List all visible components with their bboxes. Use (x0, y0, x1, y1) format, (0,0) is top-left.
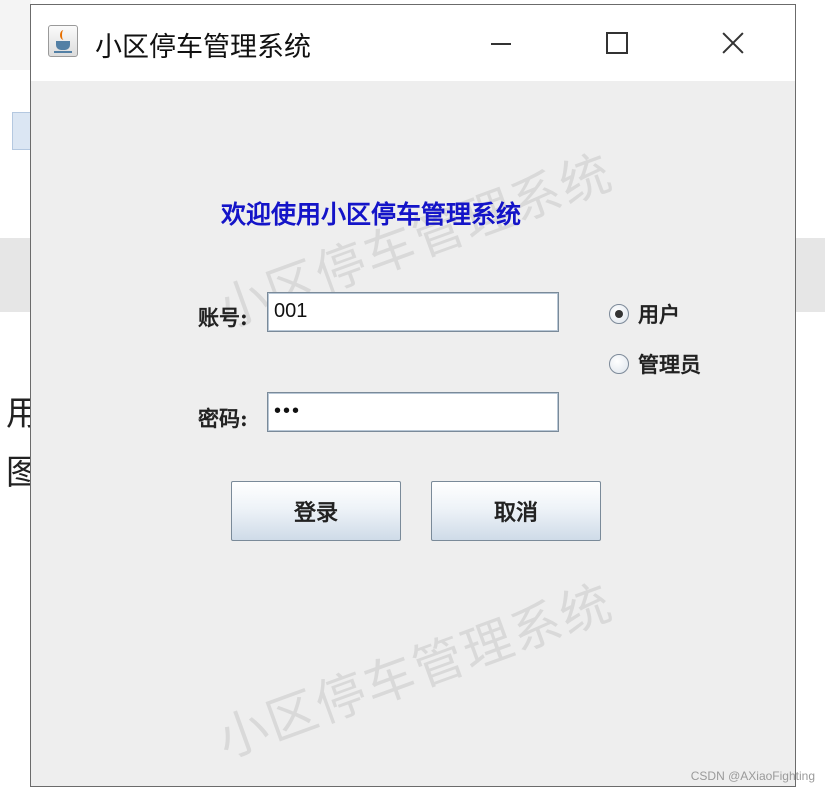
account-label: 账号: (198, 305, 248, 330)
account-input[interactable]: 001 (267, 292, 559, 332)
watermark: 小区停车管理系统 (209, 573, 621, 770)
cancel-button[interactable]: 取消 (431, 481, 601, 541)
password-input[interactable]: ••• (267, 392, 559, 432)
login-window: 小区停车管理系统 小区停车管理系统 小区停车管理系统 欢迎使用小区停车管理系统 … (30, 4, 796, 787)
close-button[interactable] (713, 27, 753, 59)
minimize-button[interactable] (481, 27, 521, 59)
title-bar[interactable]: 小区停车管理系统 (31, 5, 795, 81)
welcome-heading: 欢迎使用小区停车管理系统 (221, 200, 522, 229)
window-title: 小区停车管理系统 (95, 32, 311, 63)
role-radio-label: 用户 (638, 302, 680, 327)
role-radio-admin[interactable]: 管理员 (609, 349, 701, 379)
credit-watermark: CSDN @AXiaoFighting (690, 769, 815, 783)
role-radio-user[interactable]: 用户 (609, 299, 680, 329)
radio-unselected-icon[interactable] (609, 354, 629, 374)
password-label: 密码: (198, 406, 248, 431)
radio-selected-icon[interactable] (609, 304, 629, 324)
role-radio-label: 管理员 (638, 352, 701, 377)
maximize-button[interactable] (597, 27, 637, 59)
login-button[interactable]: 登录 (231, 481, 401, 541)
java-coffee-cup-icon (48, 25, 78, 57)
background-app-fragment (0, 0, 31, 70)
